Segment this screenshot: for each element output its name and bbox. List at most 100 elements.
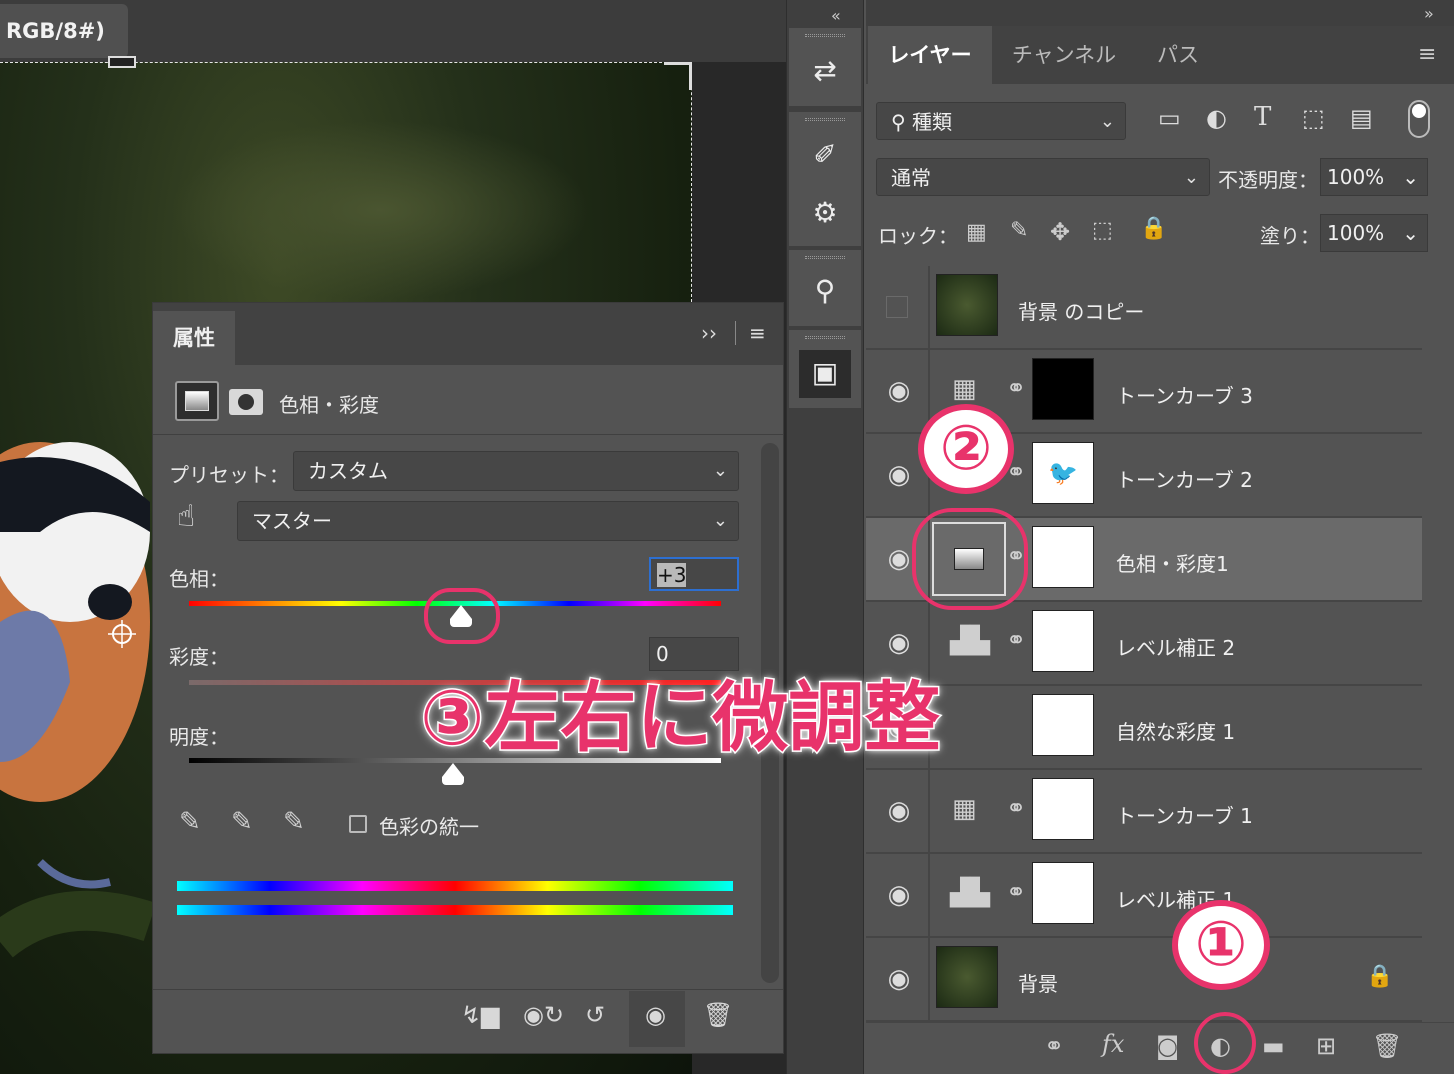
output-spectrum-bar[interactable]: [177, 905, 733, 915]
eye-icon[interactable]: ◉: [884, 544, 914, 574]
mask-dot: [238, 394, 254, 410]
properties-dock-button[interactable]: ▣: [799, 350, 851, 398]
tool-presets-icon[interactable]: ⚙: [789, 196, 861, 229]
eye-icon[interactable]: ◉: [884, 880, 914, 910]
eyedropper-icon[interactable]: ✎: [179, 807, 201, 837]
lock-position-icon[interactable]: ✥: [1050, 218, 1070, 246]
grip: [805, 118, 845, 121]
panel-menu-icon[interactable]: ≡: [749, 321, 766, 345]
on-image-adjust-hand-icon[interactable]: ☝: [177, 499, 195, 534]
opacity-value: 100%: [1327, 165, 1385, 189]
chevron-down-icon: ⌄: [1402, 165, 1419, 189]
eyedropper-plus-icon[interactable]: ✎: [231, 807, 253, 837]
transform-handle[interactable]: [108, 56, 136, 68]
eye-icon[interactable]: ◉: [884, 964, 914, 994]
tab-properties[interactable]: 属性: [153, 311, 235, 365]
layer-mask-thumbnail[interactable]: 🐦: [1032, 442, 1094, 504]
row-divider: [928, 854, 930, 938]
fx-icon[interactable]: fx: [1102, 1030, 1124, 1058]
tab-properties-label: 属性: [173, 326, 215, 350]
opacity-field[interactable]: 100% ⌄: [1320, 158, 1428, 196]
layer-row[interactable]: ◉ ▦ ⚭ トーンカーブ 1: [866, 770, 1422, 854]
trash-icon[interactable]: 🗑: [703, 1001, 733, 1029]
layer-mask-thumbnail[interactable]: [1032, 694, 1094, 756]
channel-dropdown[interactable]: マスター ⌄: [237, 501, 739, 541]
annotation-ring-adjustment: [912, 508, 1028, 610]
preset-dropdown[interactable]: カスタム ⌄: [293, 451, 739, 491]
chevron-down-icon: ⌄: [1183, 167, 1199, 188]
lightness-slider-thumb[interactable]: [442, 763, 464, 785]
expand-dock-icon[interactable]: »: [1424, 4, 1434, 23]
filter-shape-icon[interactable]: ⬚: [1302, 104, 1325, 132]
document-tab[interactable]: RGB/8#): [0, 4, 128, 58]
filter-toggle[interactable]: [1408, 100, 1430, 138]
blend-mode-dropdown[interactable]: 通常 ⌄: [876, 158, 1210, 196]
filter-smart-object-icon[interactable]: ▤: [1350, 104, 1373, 132]
link-layers-icon[interactable]: ⚭: [1044, 1032, 1064, 1060]
filter-pixel-icon[interactable]: ▭: [1158, 104, 1181, 132]
clip-to-layer-icon[interactable]: ↯▆: [461, 1001, 500, 1029]
search-icon: ⚲: [891, 110, 913, 134]
visibility-toggle-off[interactable]: [886, 296, 908, 318]
lock-transparent-icon[interactable]: ▦: [966, 220, 987, 245]
brush-settings-icon[interactable]: ✐: [789, 138, 861, 171]
layer-mask-thumbnail[interactable]: [1032, 610, 1094, 672]
adjustment-swatch: [185, 391, 209, 411]
layer-row[interactable]: ◉ 自然な彩度 1: [866, 686, 1422, 770]
mask-icon[interactable]: [229, 389, 263, 415]
row-divider: [928, 938, 930, 1022]
layer-row[interactable]: ◉ ▟▙ ⚭ レベル補正 1: [866, 854, 1422, 938]
layer-row[interactable]: ◉ ▟▙ ⚭ レベル補正 2: [866, 602, 1422, 686]
eye-icon[interactable]: ◉: [884, 628, 914, 658]
layer-filter-dropdown[interactable]: ⚲ 種類 ⌄: [876, 102, 1126, 140]
layer-mask-thumbnail[interactable]: [1032, 526, 1094, 588]
trash-icon[interactable]: 🗑: [1372, 1032, 1402, 1060]
input-spectrum-bar: [177, 881, 733, 891]
eye-icon[interactable]: ◉: [884, 460, 914, 490]
tab-layers[interactable]: レイヤー: [868, 26, 992, 84]
reset-icon[interactable]: ↺: [585, 1001, 605, 1029]
dock-group-properties: ▣: [789, 330, 861, 408]
lock-image-icon[interactable]: ✎: [1010, 218, 1028, 243]
filter-adjustment-icon[interactable]: ◐: [1206, 104, 1227, 132]
hue-saturation-adjustment-icon[interactable]: [175, 381, 219, 421]
view-previous-state-icon[interactable]: ◉↻: [523, 1001, 564, 1029]
eye-icon[interactable]: ◉: [884, 796, 914, 826]
colorize-checkbox[interactable]: [349, 815, 367, 833]
opacity-label: 不透明度：: [1218, 168, 1318, 192]
layer-row[interactable]: 背景 のコピー: [866, 266, 1422, 350]
transform-corner[interactable]: [664, 62, 692, 90]
clone-source-icon[interactable]: ⚲: [789, 274, 861, 307]
collapse-icon[interactable]: ››: [701, 321, 717, 345]
new-layer-icon[interactable]: ⊞: [1316, 1032, 1336, 1060]
toggle-knob: [1412, 104, 1426, 118]
chevron-down-icon: ⌄: [1099, 111, 1115, 132]
lock-icon: 🔒: [1366, 964, 1394, 989]
eyedropper-minus-icon[interactable]: ✎: [283, 807, 305, 837]
lock-all-icon[interactable]: 🔒: [1140, 216, 1167, 241]
collapse-dock-icon[interactable]: «: [831, 6, 841, 25]
levels-icon: ▟▙: [950, 878, 990, 908]
tab-channels[interactable]: チャンネル: [994, 26, 1134, 84]
eye-icon[interactable]: ◉: [884, 376, 914, 406]
annotation-step-3-text: ③左右に微調整: [418, 672, 941, 764]
add-mask-icon[interactable]: ◙: [1156, 1032, 1179, 1060]
hue-value-field[interactable]: +3: [649, 557, 739, 591]
layer-row[interactable]: ◉ 背景 🔒: [866, 938, 1422, 1022]
layer-mask-thumbnail[interactable]: [1032, 862, 1094, 924]
folder-icon[interactable]: ▬: [1262, 1032, 1285, 1060]
filter-type-icon[interactable]: T: [1254, 102, 1271, 132]
preset-value: カスタム: [308, 459, 388, 483]
panel-menu-icon[interactable]: ≡: [1418, 42, 1436, 67]
lock-artboard-icon[interactable]: ⬚: [1092, 218, 1113, 243]
layer-mask-thumbnail[interactable]: [1032, 778, 1094, 840]
fill-field[interactable]: 100% ⌄: [1320, 214, 1428, 252]
grip: [805, 336, 845, 339]
history-icon[interactable]: ⇄: [789, 54, 861, 87]
layer-mask-thumbnail[interactable]: [1032, 358, 1094, 420]
annotation-ring-adjustment-button: [1194, 1012, 1256, 1074]
levels-icon: ▟▙: [950, 626, 990, 656]
toggle-visibility-button[interactable]: ◉: [629, 991, 685, 1047]
tab-paths[interactable]: パス: [1136, 26, 1220, 84]
fill-label: 塗り：: [1260, 224, 1320, 248]
